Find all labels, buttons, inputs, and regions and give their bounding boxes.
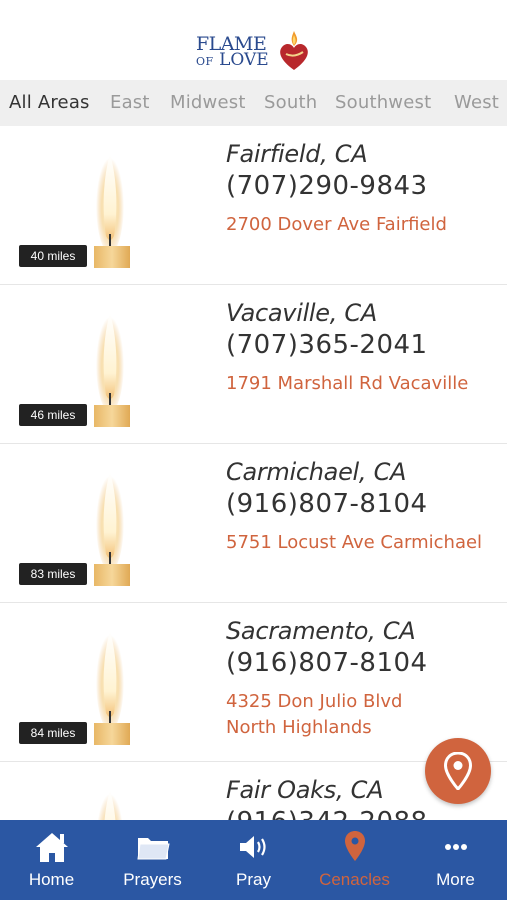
cenacle-city: Sacramento, CA — [226, 617, 416, 645]
cenacle-item[interactable]: 83 miles Carmichael, CA (916)807-8104 57… — [0, 444, 507, 603]
cenacle-phone[interactable]: (707)365-2041 — [226, 330, 428, 360]
cenacle-address[interactable]: 1791 Marshall Rd Vacaville — [226, 371, 468, 397]
cenacle-city: Vacaville, CA — [226, 299, 377, 327]
address-line1[interactable]: 2700 Dover Ave Fairfield — [226, 212, 447, 238]
candle-icon — [94, 471, 130, 586]
cenacle-phone[interactable]: (916)342-2088 — [226, 807, 428, 820]
map-pin-icon — [345, 831, 365, 861]
address-line2[interactable]: North Highlands — [226, 715, 402, 741]
cenacle-city: Fairfield, CA — [226, 140, 368, 168]
map-view-button[interactable] — [425, 738, 491, 804]
nav-pray-label: Pray — [236, 870, 271, 889]
candle-icon — [97, 789, 123, 820]
address-line1[interactable]: 4325 Don Julio Blvd — [226, 689, 402, 715]
cenacle-phone[interactable]: (707)290-9843 — [226, 171, 428, 201]
cenacle-item[interactable]: 40 miles Fairfield, CA (707)290-9843 270… — [0, 126, 507, 285]
tab-west[interactable]: West — [454, 92, 499, 113]
logo-of: OF — [196, 55, 214, 68]
address-line1[interactable]: 5751 Locust Ave Carmichael — [226, 530, 482, 556]
more-icon — [445, 844, 467, 850]
distance-badge: 84 miles — [19, 722, 87, 744]
bottom-nav: Home Prayers Pray Cenacles More — [0, 820, 507, 900]
nav-prayers-label: Prayers — [123, 870, 182, 889]
distance-badge: 46 miles — [19, 404, 87, 426]
cenacle-address[interactable]: 5751 Locust Ave Carmichael — [226, 530, 482, 556]
sacred-heart-icon — [280, 31, 308, 70]
logo-line2: LOVE — [219, 50, 269, 70]
folder-icon — [137, 838, 170, 860]
tab-all-areas[interactable]: All Areas — [9, 92, 90, 113]
cenacle-city: Carmichael, CA — [226, 458, 407, 486]
nav-pray[interactable]: Pray — [203, 820, 304, 900]
home-icon — [36, 833, 68, 862]
flame-of-love-logo: FLAME OF LOVE — [196, 30, 316, 72]
tab-midwest[interactable]: Midwest — [170, 92, 246, 113]
candle-icon — [94, 153, 130, 268]
distance-badge: 83 miles — [19, 563, 87, 585]
nav-cenacles[interactable]: Cenacles — [304, 820, 405, 900]
region-tabs: All Areas East Midwest South Southwest W… — [0, 80, 507, 126]
cenacle-list: 40 miles Fairfield, CA (707)290-9843 270… — [0, 126, 507, 820]
app-header: FLAME OF LOVE — [0, 0, 507, 80]
nav-more[interactable]: More — [405, 820, 506, 900]
candle-icon — [94, 312, 130, 427]
nav-home-label: Home — [28, 870, 75, 889]
cenacle-phone[interactable]: (916)807-8104 — [226, 648, 428, 678]
address-line1[interactable]: 1791 Marshall Rd Vacaville — [226, 371, 468, 397]
tab-southwest[interactable]: Southwest — [335, 92, 431, 113]
cenacle-city: Fair Oaks, CA — [226, 776, 384, 804]
nav-home[interactable]: Home — [1, 820, 102, 900]
nav-prayers[interactable]: Prayers — [102, 820, 203, 900]
distance-badge: 40 miles — [19, 245, 87, 267]
tab-south[interactable]: South — [264, 92, 317, 113]
speaker-icon — [240, 836, 266, 858]
cenacle-address[interactable]: 2700 Dover Ave Fairfield — [226, 212, 447, 238]
cenacle-address[interactable]: 4325 Don Julio Blvd North Highlands — [226, 689, 402, 741]
map-pin-icon — [444, 752, 472, 790]
cenacle-item[interactable]: 46 miles Vacaville, CA (707)365-2041 179… — [0, 285, 507, 444]
tab-east[interactable]: East — [110, 92, 150, 113]
nav-more-label: More — [436, 870, 475, 889]
candle-icon — [94, 630, 130, 745]
nav-cenacles-label: Cenacles — [319, 870, 390, 889]
cenacle-phone[interactable]: (916)807-8104 — [226, 489, 428, 519]
cenacle-item[interactable]: 84 miles Sacramento, CA (916)807-8104 43… — [0, 603, 507, 762]
